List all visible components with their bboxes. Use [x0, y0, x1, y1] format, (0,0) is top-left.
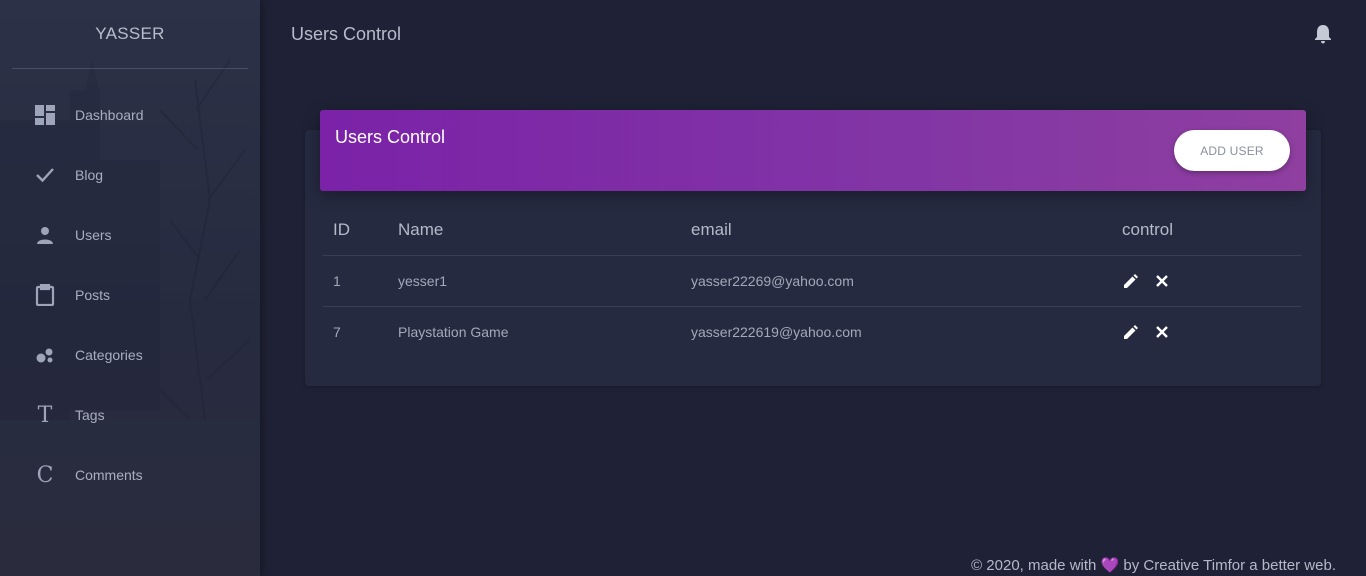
sidebar-nav: Dashboard Blog Users Posts Categories T … — [0, 85, 260, 505]
sidebar-item-comments[interactable]: C Comments — [0, 445, 260, 505]
brand-divider — [12, 68, 248, 69]
cell-name: Playstation Game — [398, 323, 509, 340]
column-header-name: Name — [398, 205, 691, 256]
cell-id: 7 — [333, 323, 341, 340]
users-table: ID Name email control 1 yesser1 yasser22… — [323, 205, 1301, 357]
sidebar-item-label: Users — [75, 227, 112, 243]
edit-icon[interactable] — [1122, 272, 1140, 290]
sidebar-item-label: Categories — [75, 347, 143, 363]
card-title: Users Control — [335, 127, 446, 147]
sidebar-item-blog[interactable]: Blog — [0, 145, 260, 205]
clipboard-icon — [33, 283, 57, 307]
person-icon — [33, 223, 57, 247]
bell-icon[interactable] — [1314, 24, 1332, 44]
check-icon — [33, 163, 57, 187]
heart-icon: 💜 — [1100, 557, 1120, 574]
cell-id: 1 — [323, 255, 398, 307]
dashboard-icon — [33, 103, 57, 127]
sidebar-item-label: Posts — [75, 287, 111, 303]
sidebar-item-posts[interactable]: Posts — [0, 265, 260, 325]
sidebar-item-categories[interactable]: Categories — [0, 325, 260, 385]
cell-email: yasser22269@yahoo.com — [691, 255, 1122, 307]
footer-prefix: © 2020, made with — [971, 557, 1097, 574]
cell-email: yasser222619@yahoo.com — [691, 323, 862, 340]
sidebar-item-label: Tags — [75, 407, 105, 423]
sidebar-item-label: Comments — [75, 467, 143, 483]
brand-title[interactable]: YASSER — [0, 0, 260, 68]
sidebar-item-label: Blog — [75, 167, 104, 183]
close-icon[interactable] — [1153, 272, 1171, 290]
footer-suffix: by Creative Timfor a better web. — [1123, 557, 1336, 574]
close-icon[interactable] — [1153, 323, 1171, 341]
table-row: 1 yesser1 yasser22269@yahoo.com — [323, 255, 1301, 307]
letter-c-icon: C — [36, 462, 54, 488]
sidebar: YASSER Dashboard Blog Users Posts Catego… — [0, 0, 260, 576]
sidebar-item-tags[interactable]: T Tags — [0, 385, 260, 445]
letter-t-icon: T — [37, 402, 53, 428]
cell-control — [1122, 255, 1301, 307]
card-header: Users Control ADD USER — [320, 110, 1306, 191]
edit-icon[interactable] — [1122, 323, 1140, 341]
table-row: 7 Playstation Game yasser222619@yahoo.co… — [323, 306, 1301, 357]
add-user-button[interactable]: ADD USER — [1174, 130, 1290, 171]
table-header-row: ID Name email control — [323, 205, 1301, 256]
footer: © 2020, made with 💜 by Creative Timfor a… — [971, 556, 1336, 574]
page-title: Users Control — [291, 24, 402, 44]
cell-control — [1122, 306, 1301, 357]
cell-name: yesser1 — [398, 255, 691, 307]
column-header-email: email — [691, 205, 1122, 256]
column-header-control: control — [1122, 205, 1301, 256]
sidebar-item-users[interactable]: Users — [0, 205, 260, 265]
column-header-id: ID — [323, 205, 398, 256]
sidebar-item-label: Dashboard — [75, 107, 144, 123]
sidebar-item-dashboard[interactable]: Dashboard — [0, 85, 260, 145]
bubbles-icon — [33, 343, 57, 367]
